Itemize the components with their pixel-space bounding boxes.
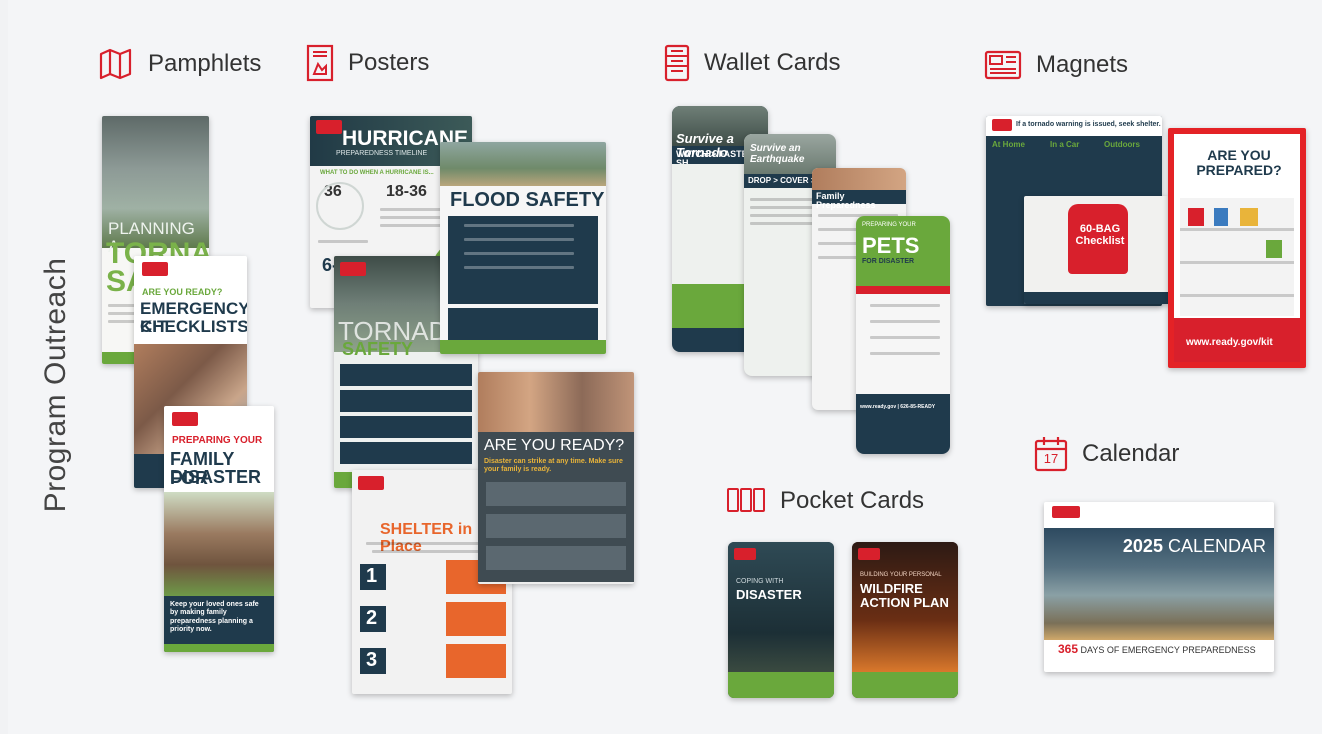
calendar-days-text: DAYS OF EMERGENCY PREPAREDNESS bbox=[1080, 645, 1256, 655]
outreach-panel: Program Outreach Pamphlets Posters Walle… bbox=[8, 0, 1322, 734]
category-posters[interactable]: Posters bbox=[306, 44, 429, 82]
category-pocket-cards[interactable]: Pocket Cards bbox=[726, 486, 924, 516]
wallet-quake-title: Survive an Earthquake bbox=[750, 143, 805, 165]
wallet-pets-pre: PREPARING YOUR bbox=[862, 222, 916, 228]
pocket-card-wildfire[interactable]: BUILDING YOUR PERSONAL WILDFIRE ACTION P… bbox=[852, 542, 958, 698]
wallet-pets-post: FOR DISASTER bbox=[862, 258, 915, 265]
magnet-bag-title: 60-BAG Checklist bbox=[1075, 223, 1125, 247]
pocket-cards-icon bbox=[726, 486, 766, 516]
poster-flood[interactable]: FLOOD SAFETY bbox=[440, 142, 606, 354]
category-label: Pocket Cards bbox=[780, 487, 925, 514]
pamphlet-kit-line1: ARE YOU READY? bbox=[142, 287, 223, 297]
calendar-word: CALENDAR bbox=[1167, 536, 1266, 556]
poster-hurricane-b: 18-36 bbox=[386, 183, 427, 200]
magnet-prepared-title: ARE YOU PREPARED? bbox=[1196, 147, 1282, 178]
calendar-year: 2025 bbox=[1122, 536, 1163, 556]
poster-icon bbox=[306, 44, 334, 82]
wallet-pets-title: PETS bbox=[862, 233, 920, 258]
category-wallet-cards[interactable]: Wallet Cards bbox=[664, 44, 840, 82]
poster-hurricane-sub2: WHAT TO DO WHEN A HURRICANE IS... bbox=[320, 170, 434, 176]
category-magnets[interactable]: Magnets bbox=[984, 50, 1128, 80]
wallet-pets-url: www.ready.gov | 626-85-READY bbox=[860, 404, 936, 410]
magnet-tornado-title: If a tornado warning is issued, seek she… bbox=[1016, 121, 1161, 128]
poster-shelter-n1: 1 bbox=[366, 565, 378, 587]
poster-flood-title: FLOOD SAFETY bbox=[450, 189, 605, 211]
category-calendar[interactable]: 17 Calendar bbox=[1034, 436, 1179, 472]
pocket-coping-pre: COPING WITH bbox=[736, 578, 784, 585]
category-label: Wallet Cards bbox=[704, 49, 841, 76]
map-fold-icon bbox=[98, 48, 134, 80]
pamphlet-family[interactable]: PREPARING YOUR FAMILY FOR DISASTER Keep … bbox=[164, 406, 274, 652]
pocket-wildfire-title1: WILDFIRE bbox=[860, 581, 923, 596]
side-title: Program Outreach bbox=[39, 257, 72, 513]
poster-ready-title: ARE YOU READY? bbox=[484, 437, 625, 454]
poster-shelter-n3: 3 bbox=[366, 649, 378, 671]
magnet-bag[interactable]: 60-BAG Checklist bbox=[1024, 196, 1170, 304]
pocket-coping-title: DISASTER bbox=[736, 587, 802, 602]
magnet-col-car: In a Car bbox=[1050, 140, 1080, 149]
magnet-card-icon bbox=[984, 50, 1022, 80]
magnet-prepared-url: www.ready.gov/kit bbox=[1186, 337, 1273, 348]
category-pamphlets[interactable]: Pamphlets bbox=[98, 48, 261, 80]
magnet-col-home: At Home bbox=[992, 140, 1025, 149]
category-label: Magnets bbox=[1036, 51, 1129, 78]
poster-shelter-n2: 2 bbox=[366, 607, 378, 629]
pamphlet-family-line1: PREPARING YOUR bbox=[172, 435, 263, 446]
wallet-family-title: Family Preparedness bbox=[816, 191, 876, 211]
poster-ready[interactable]: ARE YOU READY? Disaster can strike at an… bbox=[478, 372, 634, 584]
category-label: Calendar bbox=[1082, 440, 1180, 467]
category-label: Pamphlets bbox=[148, 50, 262, 77]
pocket-wildfire-title2: ACTION PLAN bbox=[860, 595, 949, 610]
magnet-prepared[interactable]: ARE YOU PREPARED? www.ready.gov/kit bbox=[1168, 128, 1306, 368]
calendar-card[interactable]: 2025 CALENDAR 365 DAYS OF EMERGENCY PREP… bbox=[1044, 502, 1274, 672]
pocket-card-coping[interactable]: COPING WITH DISASTER bbox=[728, 542, 834, 698]
poster-hurricane-subtitle: PREPAREDNESS TIMELINE bbox=[336, 150, 428, 157]
magnet-col-outdoors: Outdoors bbox=[1104, 140, 1140, 149]
pocket-wildfire-pre: BUILDING YOUR PERSONAL bbox=[860, 572, 942, 578]
wallet-card-icon bbox=[664, 44, 690, 82]
poster-tornado-sub: SAFETY bbox=[342, 339, 414, 359]
pamphlet-family-footer: Keep your loved ones safe by making fami… bbox=[170, 601, 259, 634]
calendar-days: 365 bbox=[1058, 642, 1079, 656]
poster-ready-sub: Disaster can strike at any time. Make su… bbox=[484, 458, 623, 474]
wallet-card-pets[interactable]: PREPARING YOUR PETS FOR DISASTER www.rea… bbox=[856, 216, 950, 454]
pamphlet-kit-line3: CHECKLISTS bbox=[140, 317, 247, 336]
pamphlet-family-line3: DISASTER bbox=[170, 467, 262, 487]
calendar-icon: 17 bbox=[1034, 436, 1068, 472]
calendar-icon-day: 17 bbox=[1043, 451, 1059, 466]
category-label: Posters bbox=[348, 49, 430, 76]
